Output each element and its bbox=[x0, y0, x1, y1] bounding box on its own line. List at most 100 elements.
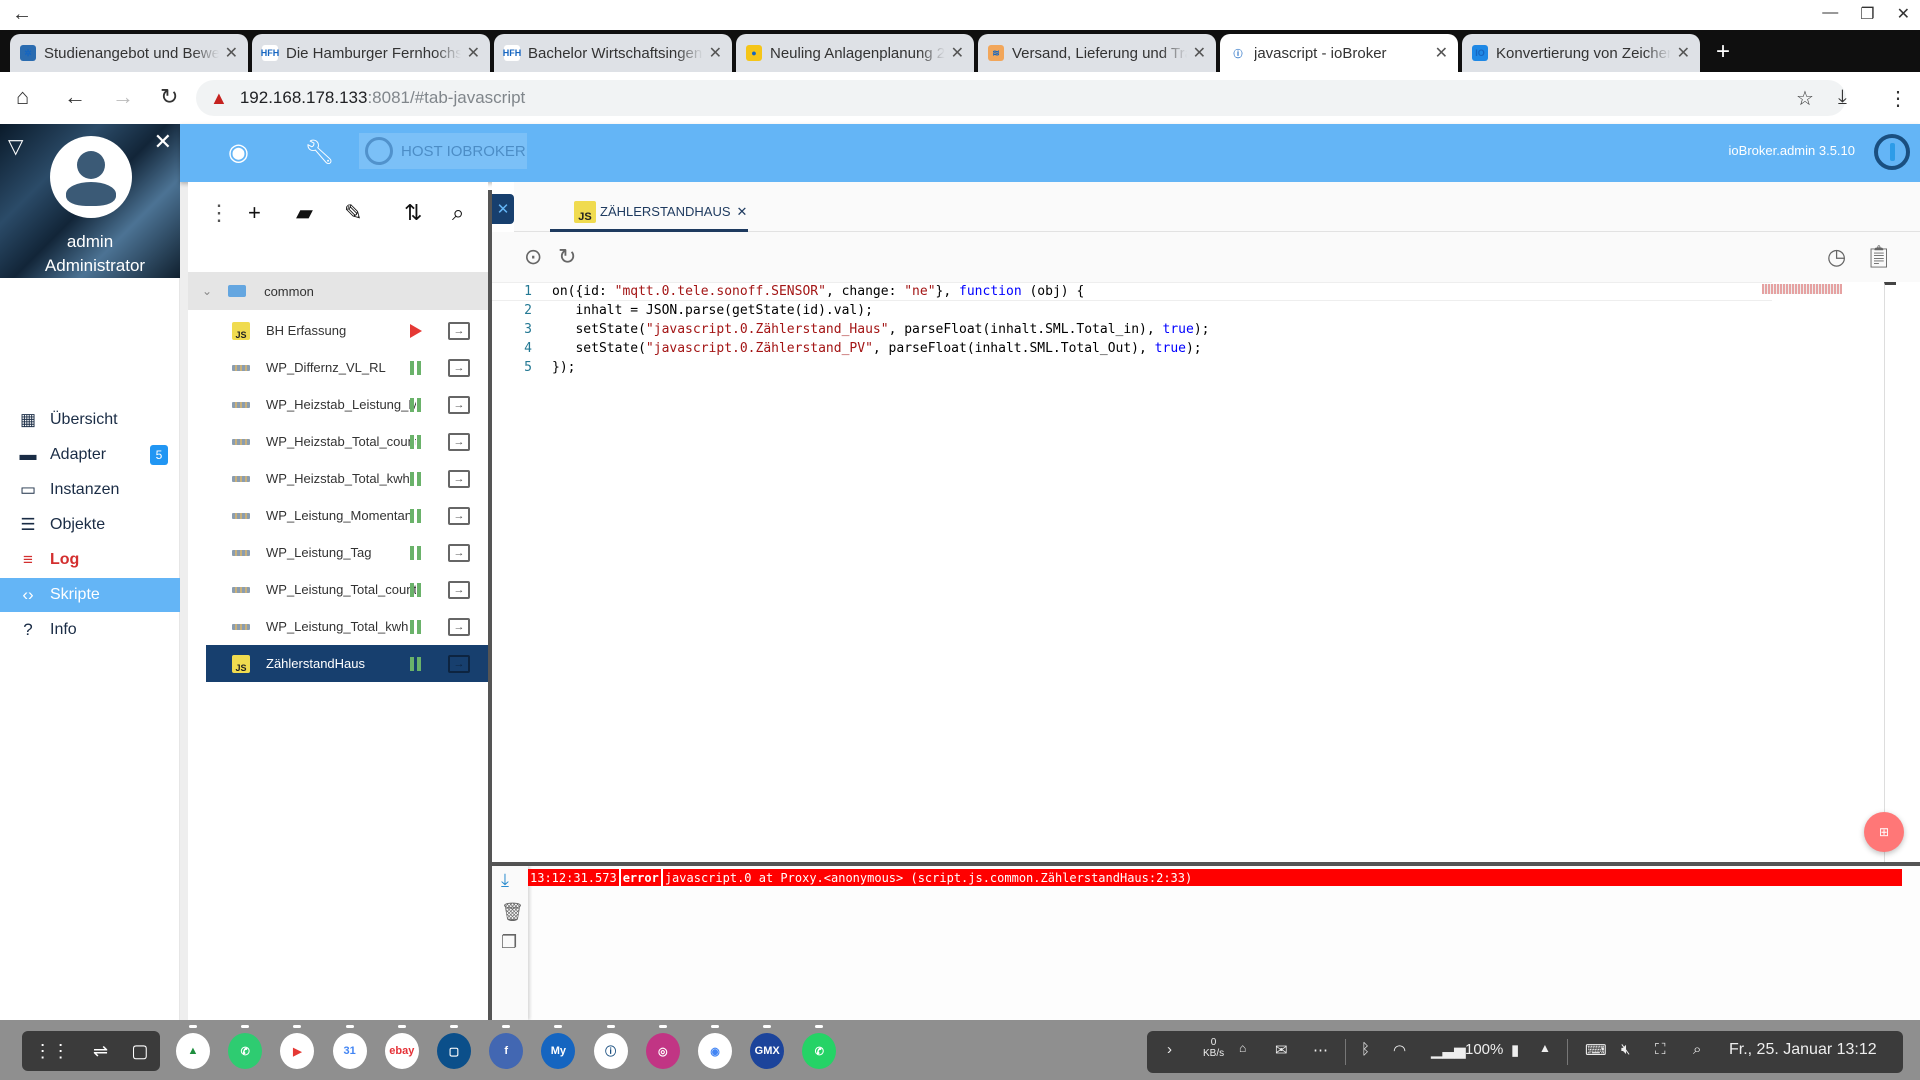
pause-icon[interactable] bbox=[410, 471, 424, 486]
bookmark-star-icon[interactable]: ☆ bbox=[1796, 86, 1814, 111]
script-row[interactable]: WP_Heizstab_Total_kwh → bbox=[206, 460, 488, 497]
restart-icon[interactable]: ↻ bbox=[558, 244, 576, 270]
browser-tab[interactable]: HFH Bachelor Wirtschaftsingenieur ✕ bbox=[494, 34, 732, 72]
sidebar-item-objekte[interactable]: ☰ Objekte bbox=[0, 508, 180, 542]
close-tab-icon[interactable]: ✕ bbox=[951, 43, 964, 63]
pause-icon[interactable] bbox=[410, 508, 424, 523]
export-icon[interactable]: → bbox=[448, 654, 470, 673]
pause-icon[interactable] bbox=[410, 656, 424, 671]
browser-tab[interactable]: ⓘ javascript - ioBroker ✕ bbox=[1220, 34, 1458, 72]
close-tab-icon[interactable]: ✕ bbox=[467, 43, 480, 63]
export-icon[interactable]: → bbox=[448, 580, 470, 599]
export-icon[interactable]: → bbox=[448, 358, 470, 377]
script-row[interactable]: WP_Leistung_Total_kwh → bbox=[206, 608, 488, 645]
scroll-down-icon[interactable]: ⤓ bbox=[501, 870, 509, 891]
ebay-icon[interactable]: ebay bbox=[384, 1025, 419, 1069]
add-script-icon[interactable]: + bbox=[248, 200, 261, 226]
download-icon[interactable]: ⤓ bbox=[1838, 86, 1847, 109]
bluetooth-icon[interactable]: ᛒ bbox=[1361, 1041, 1370, 1058]
more-icon[interactable]: ⋯ bbox=[1313, 1041, 1328, 1059]
sidebar-item-bersicht[interactable]: ▦ Übersicht bbox=[0, 403, 180, 437]
gmx-icon[interactable]: GMX bbox=[750, 1025, 785, 1069]
youtube-icon[interactable]: ▶ bbox=[280, 1025, 315, 1069]
screenshot-icon[interactable]: ⛶ bbox=[1655, 1041, 1666, 1058]
folder-row[interactable]: ⌄ common bbox=[188, 272, 488, 310]
keyboard-icon[interactable]: ⌨ bbox=[1585, 1041, 1607, 1059]
back-icon[interactable]: ← bbox=[64, 84, 86, 110]
close-tab-icon[interactable]: ✕ bbox=[1193, 43, 1206, 63]
up-arrow-icon[interactable]: ▲ bbox=[1539, 1041, 1551, 1055]
browser-tab[interactable]: IO Konvertierung von Zeichenketten ✕ bbox=[1462, 34, 1700, 72]
expand-chevron-icon[interactable]: › bbox=[1167, 1041, 1172, 1058]
chrome-icon[interactable]: ◉ bbox=[698, 1025, 732, 1069]
script-row[interactable]: WP_Heizstab_Total_count → bbox=[206, 423, 488, 460]
wrench-icon[interactable]: 🔧︎ bbox=[304, 138, 334, 167]
script-row[interactable]: WP_Leistung_Total_count → bbox=[206, 571, 488, 608]
export-icon[interactable]: → bbox=[448, 321, 470, 340]
close-list-button[interactable]: ✕ bbox=[492, 194, 514, 224]
translate-fab-button[interactable]: ⊞ bbox=[1864, 812, 1904, 852]
pause-icon[interactable] bbox=[410, 397, 424, 412]
export-icon[interactable]: → bbox=[448, 617, 470, 636]
more-vert-icon[interactable]: ⋮ bbox=[208, 200, 230, 226]
host-button[interactable]: HOST IOBROKER bbox=[359, 133, 527, 169]
app-grid-icon[interactable]: ⋮⋮ bbox=[34, 1041, 70, 1062]
sidebar-item-adapter[interactable]: ▬ Adapter 5 bbox=[0, 438, 180, 472]
script-row[interactable]: WP_Leistung_Tag → bbox=[206, 534, 488, 571]
sidebar-item-instanzen[interactable]: ▭ Instanzen bbox=[0, 473, 180, 507]
system-tray[interactable]: › 0 KB/s ⌂ ✉ ⋯ ᛒ ◠ ▁▃▅ 100% ▮ ▲ ⌨ 🔇︎ ⛶ ⌕ … bbox=[1147, 1031, 1903, 1073]
clear-log-icon[interactable]: 🗑︎ bbox=[501, 902, 524, 923]
tablet-icon[interactable]: ▢ bbox=[437, 1025, 471, 1069]
browser-tab[interactable]: ✲ Studienangebot und Bewerbung ✕ bbox=[10, 34, 248, 72]
google-drive-icon[interactable]: ▲ bbox=[176, 1025, 210, 1069]
script-row[interactable]: WP_Heizstab_Leistung_Momentan → bbox=[206, 386, 488, 423]
copy-icon[interactable]: ❐ bbox=[501, 932, 517, 953]
export-icon[interactable]: → bbox=[448, 395, 470, 414]
back-arrow-icon[interactable]: ← bbox=[12, 3, 32, 26]
sidebar-item-skripte[interactable]: ‹› Skripte bbox=[0, 578, 180, 612]
reload-icon[interactable]: ↻ bbox=[160, 84, 178, 110]
mail-icon[interactable]: ✉ bbox=[1275, 1041, 1288, 1059]
search-icon[interactable]: ⌕ bbox=[452, 200, 464, 226]
calendar-icon[interactable]: 31 bbox=[332, 1025, 367, 1069]
script-row[interactable]: WP_Differnz_VL_RL → bbox=[206, 349, 488, 386]
browser-tab[interactable]: ● Neuling Anlagenplanung 255 ✕ bbox=[736, 34, 974, 72]
mute-icon[interactable]: 🔇︎ bbox=[1621, 1041, 1630, 1058]
sidebar-item-info[interactable]: ? Info bbox=[0, 613, 180, 647]
pause-icon[interactable] bbox=[410, 434, 424, 449]
home-icon[interactable]: ⌂ bbox=[16, 84, 29, 110]
script-row[interactable]: WP_Leistung_Momentan → bbox=[206, 497, 488, 534]
pause-icon[interactable] bbox=[410, 360, 424, 375]
facebook-icon[interactable]: f bbox=[489, 1025, 524, 1069]
close-tab-icon[interactable]: ✕ bbox=[737, 204, 748, 220]
menu-kebab-icon[interactable]: ⋮ bbox=[1888, 86, 1908, 111]
close-tab-icon[interactable]: ✕ bbox=[225, 43, 238, 63]
iobroker-app-icon[interactable]: ⓘ bbox=[593, 1025, 628, 1069]
instagram-icon[interactable]: ◎ bbox=[645, 1025, 680, 1069]
export-icon[interactable]: → bbox=[448, 506, 470, 525]
close-tab-icon[interactable]: ✕ bbox=[1435, 43, 1448, 63]
minimize-icon[interactable]: — bbox=[1822, 4, 1838, 24]
forward-icon[interactable]: → bbox=[112, 84, 134, 110]
export-icon[interactable]: → bbox=[448, 432, 470, 451]
whatsapp-icon[interactable]: ✆ bbox=[802, 1025, 837, 1069]
chevron-down-icon[interactable]: ⌄ bbox=[202, 284, 212, 298]
restore-icon[interactable]: ❐ bbox=[1860, 4, 1874, 24]
script-row[interactable]: JS BH Erfassung → bbox=[206, 312, 488, 349]
close-tab-icon[interactable]: ✕ bbox=[709, 43, 722, 63]
sidebar-item-log[interactable]: ≡ Log bbox=[0, 543, 180, 577]
browser-tab[interactable]: HFH Die Hamburger Fernhochschule ✕ bbox=[252, 34, 490, 72]
search-icon[interactable]: ⌕ bbox=[1693, 1041, 1701, 1058]
play-icon[interactable] bbox=[410, 323, 422, 338]
new-tab-button[interactable]: + bbox=[1716, 38, 1730, 66]
tab-zaehlerstandhaus[interactable]: JS ZÄHLERSTANDHAUS ✕ bbox=[550, 194, 748, 232]
myfritz-icon[interactable]: My bbox=[541, 1025, 576, 1069]
editor-scrollbar[interactable] bbox=[1884, 282, 1896, 862]
recent-apps-icon[interactable]: ▢ bbox=[131, 1041, 148, 1062]
code-editor[interactable]: 1 on({id: "mqtt.0.tele.sonoff.SENSOR", ch… bbox=[492, 282, 1902, 862]
wifi-icon[interactable]: ◠ bbox=[1393, 1041, 1406, 1059]
export-icon[interactable]: → bbox=[448, 543, 470, 562]
url-input[interactable]: ▲ 192.168.178.133:8081/#tab-javascript bbox=[196, 80, 1846, 116]
eye-icon[interactable]: ◉ bbox=[228, 138, 249, 167]
code-minimap[interactable] bbox=[1762, 284, 1842, 294]
